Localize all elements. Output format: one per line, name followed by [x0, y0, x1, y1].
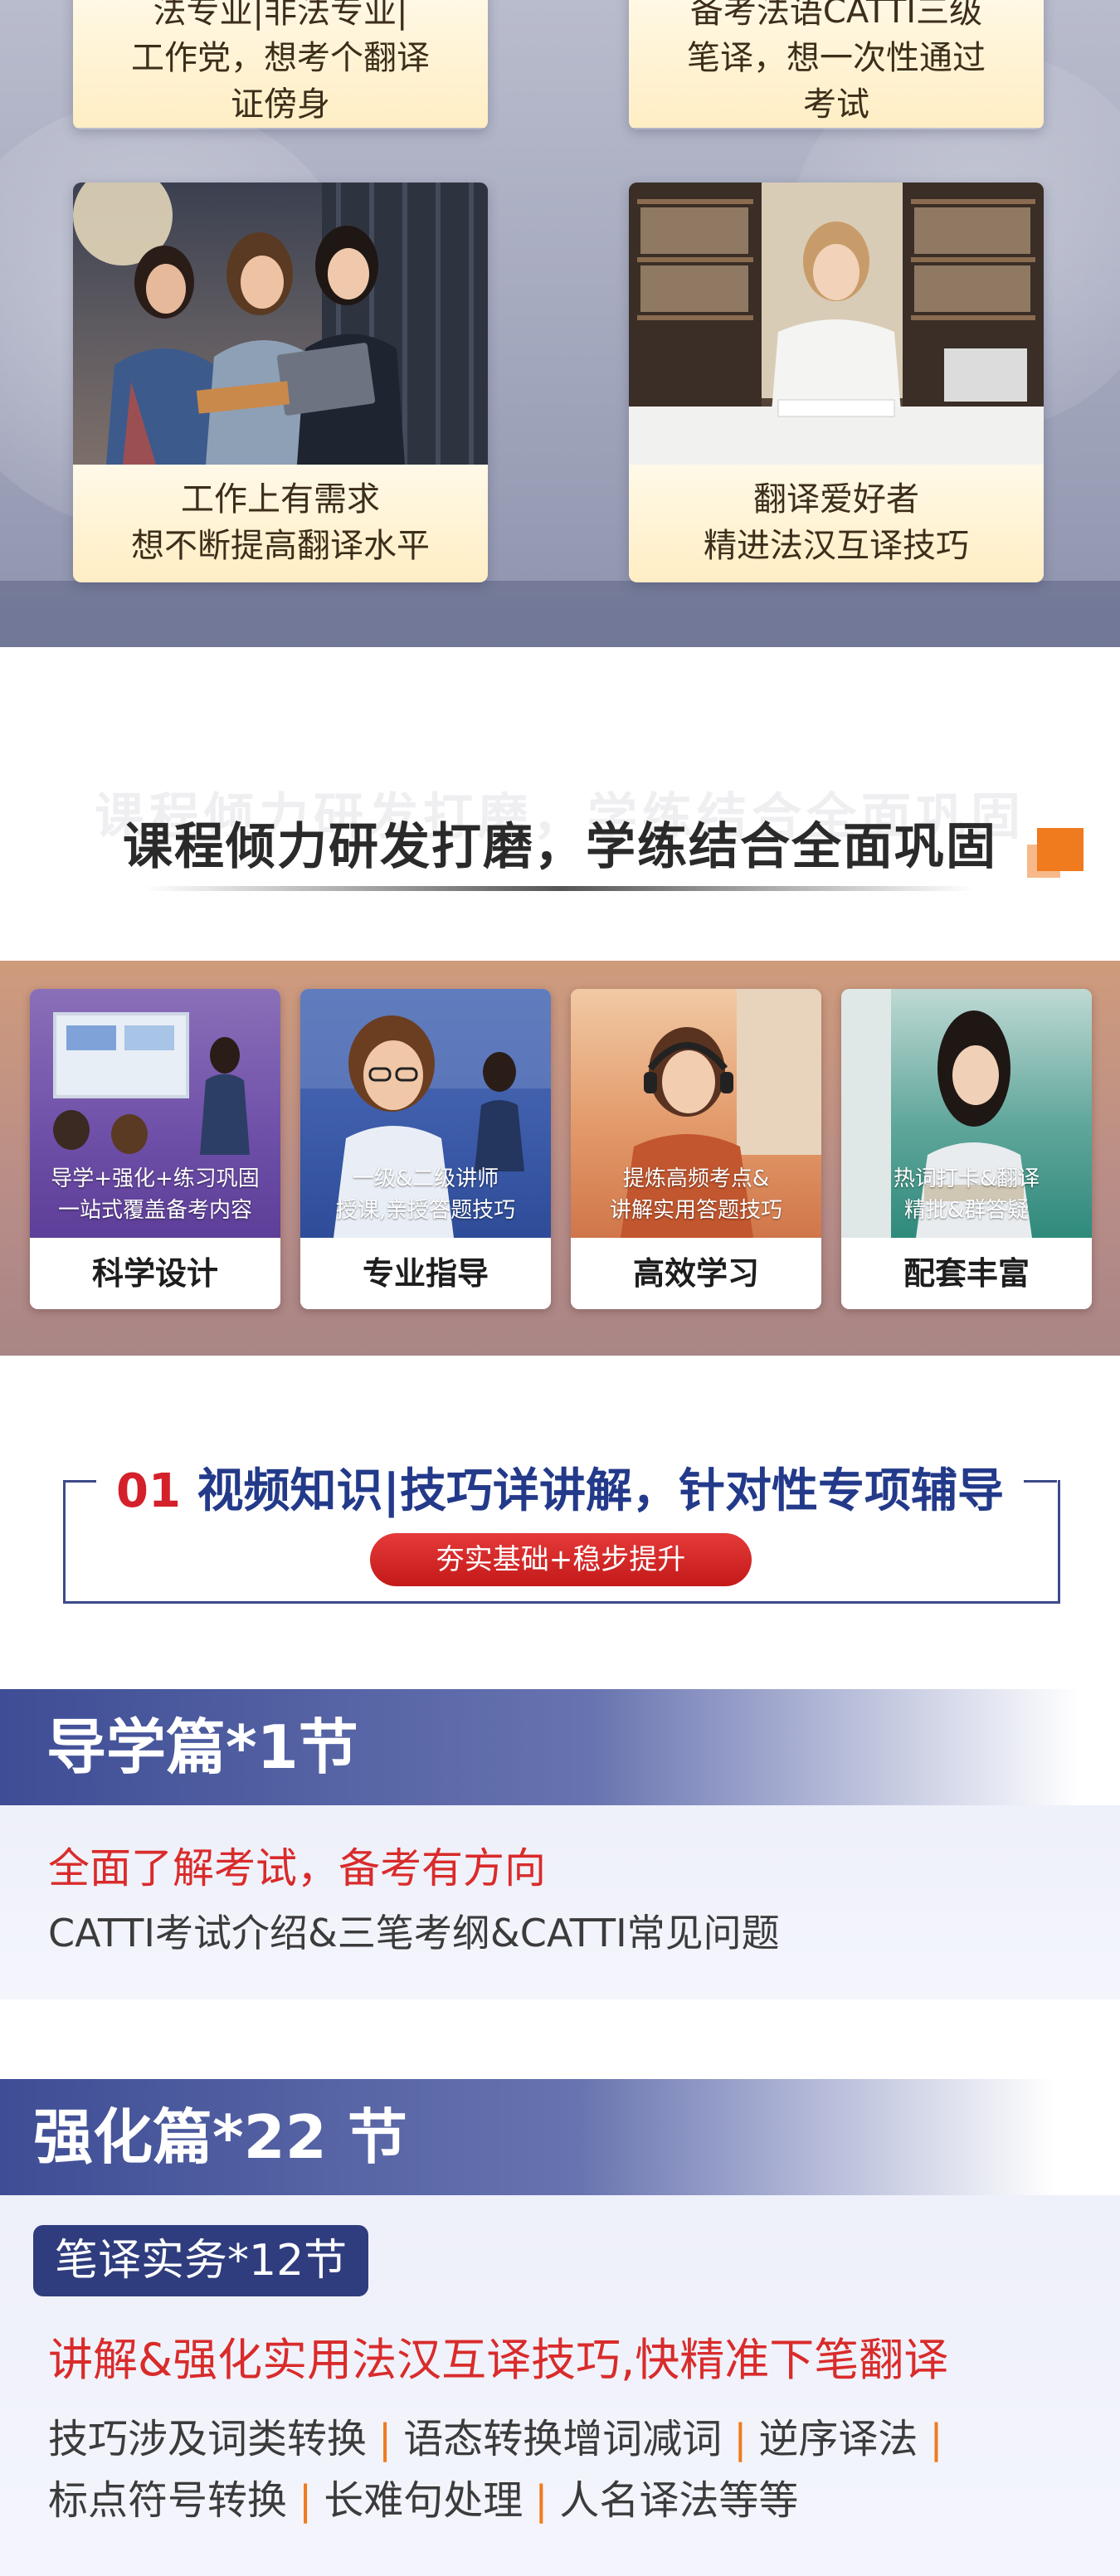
feature-desc-line: 精批&群答疑 — [903, 1198, 1030, 1223]
feature-desc-line: 讲解实用答题技巧 — [609, 1198, 782, 1223]
separator: | — [929, 2416, 943, 2462]
video-section-title: 01 视频知识|技巧详讲解，针对性专项辅导 — [103, 1454, 1017, 1521]
feature-desc-line: 一站式覆盖备考内容 — [57, 1198, 252, 1223]
feature-desc-line: 导学+强化+练习巩固 — [51, 1166, 260, 1191]
title-underline — [145, 886, 975, 891]
feature-desc-line: 提炼高频考点& — [622, 1166, 770, 1191]
frame-edge — [1024, 1480, 1057, 1483]
band-title: 强化篇*22 节 — [33, 2102, 407, 2172]
strengthen-band: 强化篇*22 节 — [0, 2079, 1054, 2195]
card-caption-line: 考试 — [803, 85, 869, 124]
feature-desc-line: 热词打卡&翻译 — [893, 1166, 1040, 1191]
separator: | — [534, 2477, 548, 2524]
intro-headline: 全面了解考试，备考有方向 — [48, 1844, 546, 1892]
feature-label: 科学设计 — [30, 1238, 280, 1309]
card-caption-line: 备考法语CATTI三级 — [689, 0, 983, 31]
audience-section: 法专业|非法专业| 工作党，想考个翻译 证傍身 备考法语CATTI三级 笔译，想… — [0, 0, 1120, 647]
separator: | — [299, 2477, 313, 2524]
module-tag: 笔译实务*12节 — [33, 2225, 369, 2296]
card-caption-line: 翻译爱好者 — [753, 480, 919, 519]
feature-desc-line: 一级&二级讲师 — [352, 1166, 499, 1191]
feature-description: 导学+强化+练习巩固 一站式覆盖备考内容 — [30, 1163, 280, 1226]
audience-card-work: 工作上有需求 想不断提高翻译水平 — [73, 183, 488, 582]
feature-card: 一级&二级讲师 授课,亲授答题技巧 专业指导 — [300, 989, 551, 1309]
section-heading: 视频知识|技巧详讲解，针对性专项辅导 — [197, 1464, 1004, 1518]
feature-label: 专业指导 — [300, 1238, 551, 1309]
skill-item: 标点符号转换 — [48, 2477, 288, 2524]
separator: | — [378, 2416, 392, 2462]
skill-item: 逆序译法 — [758, 2416, 918, 2462]
feature-card: 导学+强化+练习巩固 一站式覆盖备考内容 科学设计 — [30, 989, 280, 1309]
card-caption-line: 法专业|非法专业| — [153, 0, 408, 31]
feature-card: 热词打卡&翻译 精批&群答疑 配套丰富 — [841, 989, 1092, 1309]
skill-item: 语态转换增词减词 — [403, 2416, 723, 2462]
feature-label: 高效学习 — [571, 1238, 821, 1309]
decor-square — [1037, 828, 1083, 871]
feature-description: 提炼高频考点& 讲解实用答题技巧 — [571, 1163, 821, 1226]
card-caption-line: 想不断提高翻译水平 — [131, 527, 430, 565]
band-title: 导学篇*1节 — [46, 1712, 358, 1782]
card-caption-line: 笔译，想一次性通过 — [687, 39, 986, 77]
section-title: 课程倾力研发打磨，学练结合全面巩固 — [123, 818, 997, 876]
card-caption-line: 精进法汉互译技巧 — [704, 527, 969, 565]
separator: | — [733, 2416, 747, 2462]
audience-card-top-left: 法专业|非法专业| 工作党，想考个翻译 证傍身 — [73, 0, 488, 129]
intro-panel: 全面了解考试，备考有方向 CATTI考试介绍&三笔考纲&CATTI常见问题 — [0, 1805, 1120, 1999]
strengthen-headline: 讲解&强化实用法汉互译技巧,快精准下笔翻译 — [48, 2334, 949, 2386]
card-caption-line: 工作党，想考个翻译 — [131, 39, 430, 77]
frame-edge — [63, 1480, 96, 1483]
feature-desc-line: 授课,亲授答题技巧 — [335, 1198, 516, 1223]
background-band — [0, 581, 1120, 647]
feature-card: 提炼高频考点& 讲解实用答题技巧 高效学习 — [571, 989, 821, 1309]
library-photo — [629, 183, 1044, 465]
card-caption-line: 证傍身 — [231, 85, 330, 124]
intro-detail: CATTI考试介绍&三笔考纲&CATTI常见问题 — [48, 1911, 780, 1955]
feature-description: 一级&二级讲师 授课,亲授答题技巧 — [300, 1163, 551, 1226]
skill-item: 人名译法等等 — [559, 2477, 799, 2524]
skill-item: 长难句处理 — [324, 2477, 523, 2524]
feature-label: 配套丰富 — [841, 1238, 1092, 1309]
feature-description: 热词打卡&翻译 精批&群答疑 — [841, 1163, 1092, 1226]
card-caption-line: 工作上有需求 — [181, 480, 380, 519]
subtitle-pill: 夯实基础+稳步提升 — [370, 1533, 752, 1586]
skills-row: 标点符号转换 | 长难句处理 | 人名译法等等 — [48, 2467, 798, 2525]
audience-card-hobby: 翻译爱好者 精进法汉互译技巧 — [629, 183, 1044, 582]
section-number: 01 — [116, 1464, 181, 1518]
skills-row: 技巧涉及词类转换 | 语态转换增词减词 | 逆序译法 | — [48, 2406, 955, 2464]
intro-band: 导学篇*1节 — [0, 1689, 1079, 1805]
students-photo — [73, 183, 488, 465]
audience-card-top-right: 备考法语CATTI三级 笔译，想一次性通过 考试 — [629, 0, 1044, 129]
skill-item: 技巧涉及词类转换 — [48, 2416, 368, 2462]
